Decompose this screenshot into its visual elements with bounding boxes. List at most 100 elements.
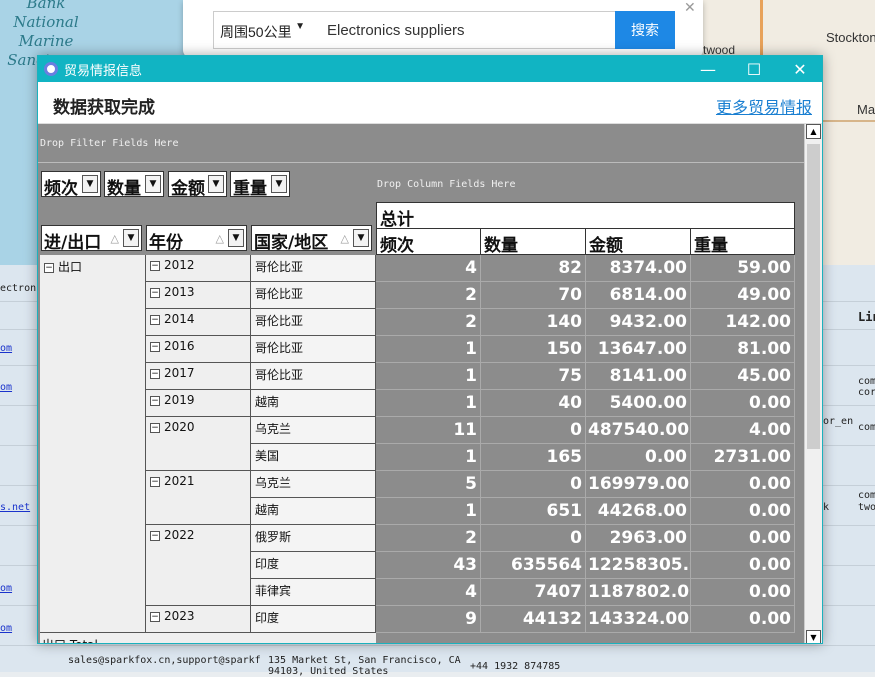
data-cell[interactable]: 4 [376, 579, 481, 606]
data-cell[interactable]: 0.00 [690, 606, 795, 633]
row-header-export-total[interactable]: 出口 Total [40, 633, 376, 643]
search-button[interactable]: 搜索 [615, 11, 675, 49]
row-header-year[interactable]: −2021 [146, 471, 251, 525]
collapse-icon[interactable]: − [150, 423, 160, 433]
data-cell[interactable]: 44132 [480, 606, 586, 633]
chevron-down-icon[interactable]: ▼ [145, 175, 161, 193]
data-cell[interactable]: 82 [480, 255, 586, 282]
data-cell[interactable]: 1 [376, 336, 481, 363]
data-cell[interactable]: 0.00 [690, 552, 795, 579]
chevron-down-icon[interactable]: ▼ [228, 229, 244, 247]
row-header-country[interactable]: 菲律宾 [251, 579, 376, 606]
website-link[interactable]: om [0, 623, 12, 634]
close-button[interactable]: ✕ [777, 56, 822, 82]
data-cell[interactable]: 9 [376, 606, 481, 633]
data-cell[interactable]: 11 [376, 417, 481, 444]
data-cell[interactable]: 1 [376, 498, 481, 525]
minimize-button[interactable]: — [685, 56, 731, 82]
data-cell[interactable]: 43 [376, 552, 481, 579]
data-cell[interactable]: 0.00 [690, 525, 795, 552]
row-field-import-export[interactable]: 进/出口 △ ▼ [41, 225, 142, 253]
website-link[interactable]: om [0, 343, 12, 354]
row-header-country[interactable]: 美国 [251, 444, 376, 471]
data-cell[interactable]: 4 [376, 255, 481, 282]
data-cell[interactable]: 143324.00 [585, 606, 691, 633]
field-button-qty[interactable]: 数量 ▼ [104, 171, 164, 199]
data-cell[interactable]: 8141.00 [585, 363, 691, 390]
data-cell[interactable]: 0 [480, 471, 586, 498]
column-header-weight[interactable]: 重量 [690, 228, 795, 256]
field-button-amount[interactable]: 金额 ▼ [168, 171, 227, 199]
row-header-country[interactable]: 俄罗斯 [251, 525, 376, 552]
more-trade-info-link[interactable]: 更多贸易情报 [716, 94, 812, 118]
data-cell[interactable]: 1 [376, 390, 481, 417]
row-header-country[interactable]: 哥伦比亚 [251, 255, 376, 282]
collapse-icon[interactable]: − [150, 396, 160, 406]
data-cell[interactable]: 165 [480, 444, 586, 471]
collapse-icon[interactable]: − [150, 531, 160, 541]
data-cell[interactable]: 13647.00 [585, 336, 691, 363]
data-cell[interactable]: 6814.00 [585, 282, 691, 309]
field-button-weight[interactable]: 重量 ▼ [230, 171, 290, 199]
row-header-country[interactable]: 乌克兰 [251, 417, 376, 444]
collapse-icon[interactable]: − [44, 263, 54, 273]
data-cell[interactable]: 9432.00 [585, 309, 691, 336]
scroll-down-icon[interactable]: ▼ [806, 630, 821, 643]
collapse-icon[interactable]: − [150, 369, 160, 379]
row-header-country[interactable]: 越南 [251, 498, 376, 525]
data-cell[interactable]: 0.00 [690, 498, 795, 525]
data-cell[interactable]: 40 [480, 390, 586, 417]
data-cell[interactable]: 142.00 [690, 309, 795, 336]
row-header-year[interactable]: −2013 [146, 282, 251, 309]
row-field-year[interactable]: 年份 △ ▼ [146, 225, 247, 253]
data-cell[interactable]: 4.00 [690, 417, 795, 444]
data-cell[interactable]: 75 [480, 363, 586, 390]
column-drop-zone[interactable]: Drop Column Fields Here [377, 179, 515, 190]
row-header-year[interactable]: −2016 [146, 336, 251, 363]
data-cell[interactable]: 12258305.00 [585, 552, 691, 579]
data-cell[interactable]: 2 [376, 309, 481, 336]
column-header-freq[interactable]: 频次 [376, 228, 481, 256]
row-header-export[interactable]: − 出口 [40, 255, 146, 633]
title-bar[interactable]: 贸易情报信息 — ☐ ✕ [38, 56, 822, 82]
data-cell[interactable]: 1 [376, 363, 481, 390]
row-header-country[interactable]: 印度 [251, 606, 376, 633]
data-cell[interactable]: 45.00 [690, 363, 795, 390]
data-cell[interactable]: 7407 [480, 579, 586, 606]
row-header-year[interactable]: −2023 [146, 606, 251, 633]
close-icon[interactable]: ✕ [684, 0, 696, 16]
data-cell[interactable]: 5 [376, 471, 481, 498]
data-cell[interactable]: 0.00 [690, 471, 795, 498]
data-cell[interactable]: 2731.00 [690, 444, 795, 471]
row-header-country[interactable]: 印度 [251, 552, 376, 579]
data-cell[interactable]: 140 [480, 309, 586, 336]
sort-icon[interactable]: △ [341, 232, 349, 245]
row-field-country[interactable]: 国家/地区 △ ▼ [251, 225, 372, 253]
column-header-amount[interactable]: 金额 [585, 228, 691, 256]
data-cell[interactable]: 487540.00 [585, 417, 691, 444]
row-header-country[interactable]: 哥伦比亚 [251, 336, 376, 363]
data-cell[interactable]: 5400.00 [585, 390, 691, 417]
maximize-button[interactable]: ☐ [731, 56, 777, 82]
row-header-country[interactable]: 乌克兰 [251, 471, 376, 498]
chevron-down-icon[interactable]: ▼ [82, 175, 98, 193]
collapse-icon[interactable]: − [150, 261, 160, 271]
data-cell[interactable]: 0 [480, 417, 586, 444]
radius-select[interactable]: 周围50公里 ▼ [213, 11, 313, 49]
collapse-icon[interactable]: − [150, 477, 160, 487]
data-cell[interactable]: 44268.00 [585, 498, 691, 525]
data-cell[interactable]: 1187802.00 [585, 579, 691, 606]
row-header-year[interactable]: −2017 [146, 363, 251, 390]
column-header-qty[interactable]: 数量 [480, 228, 586, 256]
data-cell[interactable]: 651 [480, 498, 586, 525]
field-button-freq[interactable]: 频次 ▼ [41, 171, 101, 199]
data-cell[interactable]: 635564 [480, 552, 586, 579]
data-cell[interactable]: 2 [376, 282, 481, 309]
scroll-thumb[interactable] [807, 144, 820, 449]
collapse-icon[interactable]: − [150, 612, 160, 622]
website-link[interactable]: om [0, 382, 12, 393]
data-cell[interactable]: 8374.00 [585, 255, 691, 282]
row-header-year[interactable]: −2014 [146, 309, 251, 336]
chevron-down-icon[interactable]: ▼ [123, 229, 139, 247]
collapse-icon[interactable]: − [150, 288, 160, 298]
